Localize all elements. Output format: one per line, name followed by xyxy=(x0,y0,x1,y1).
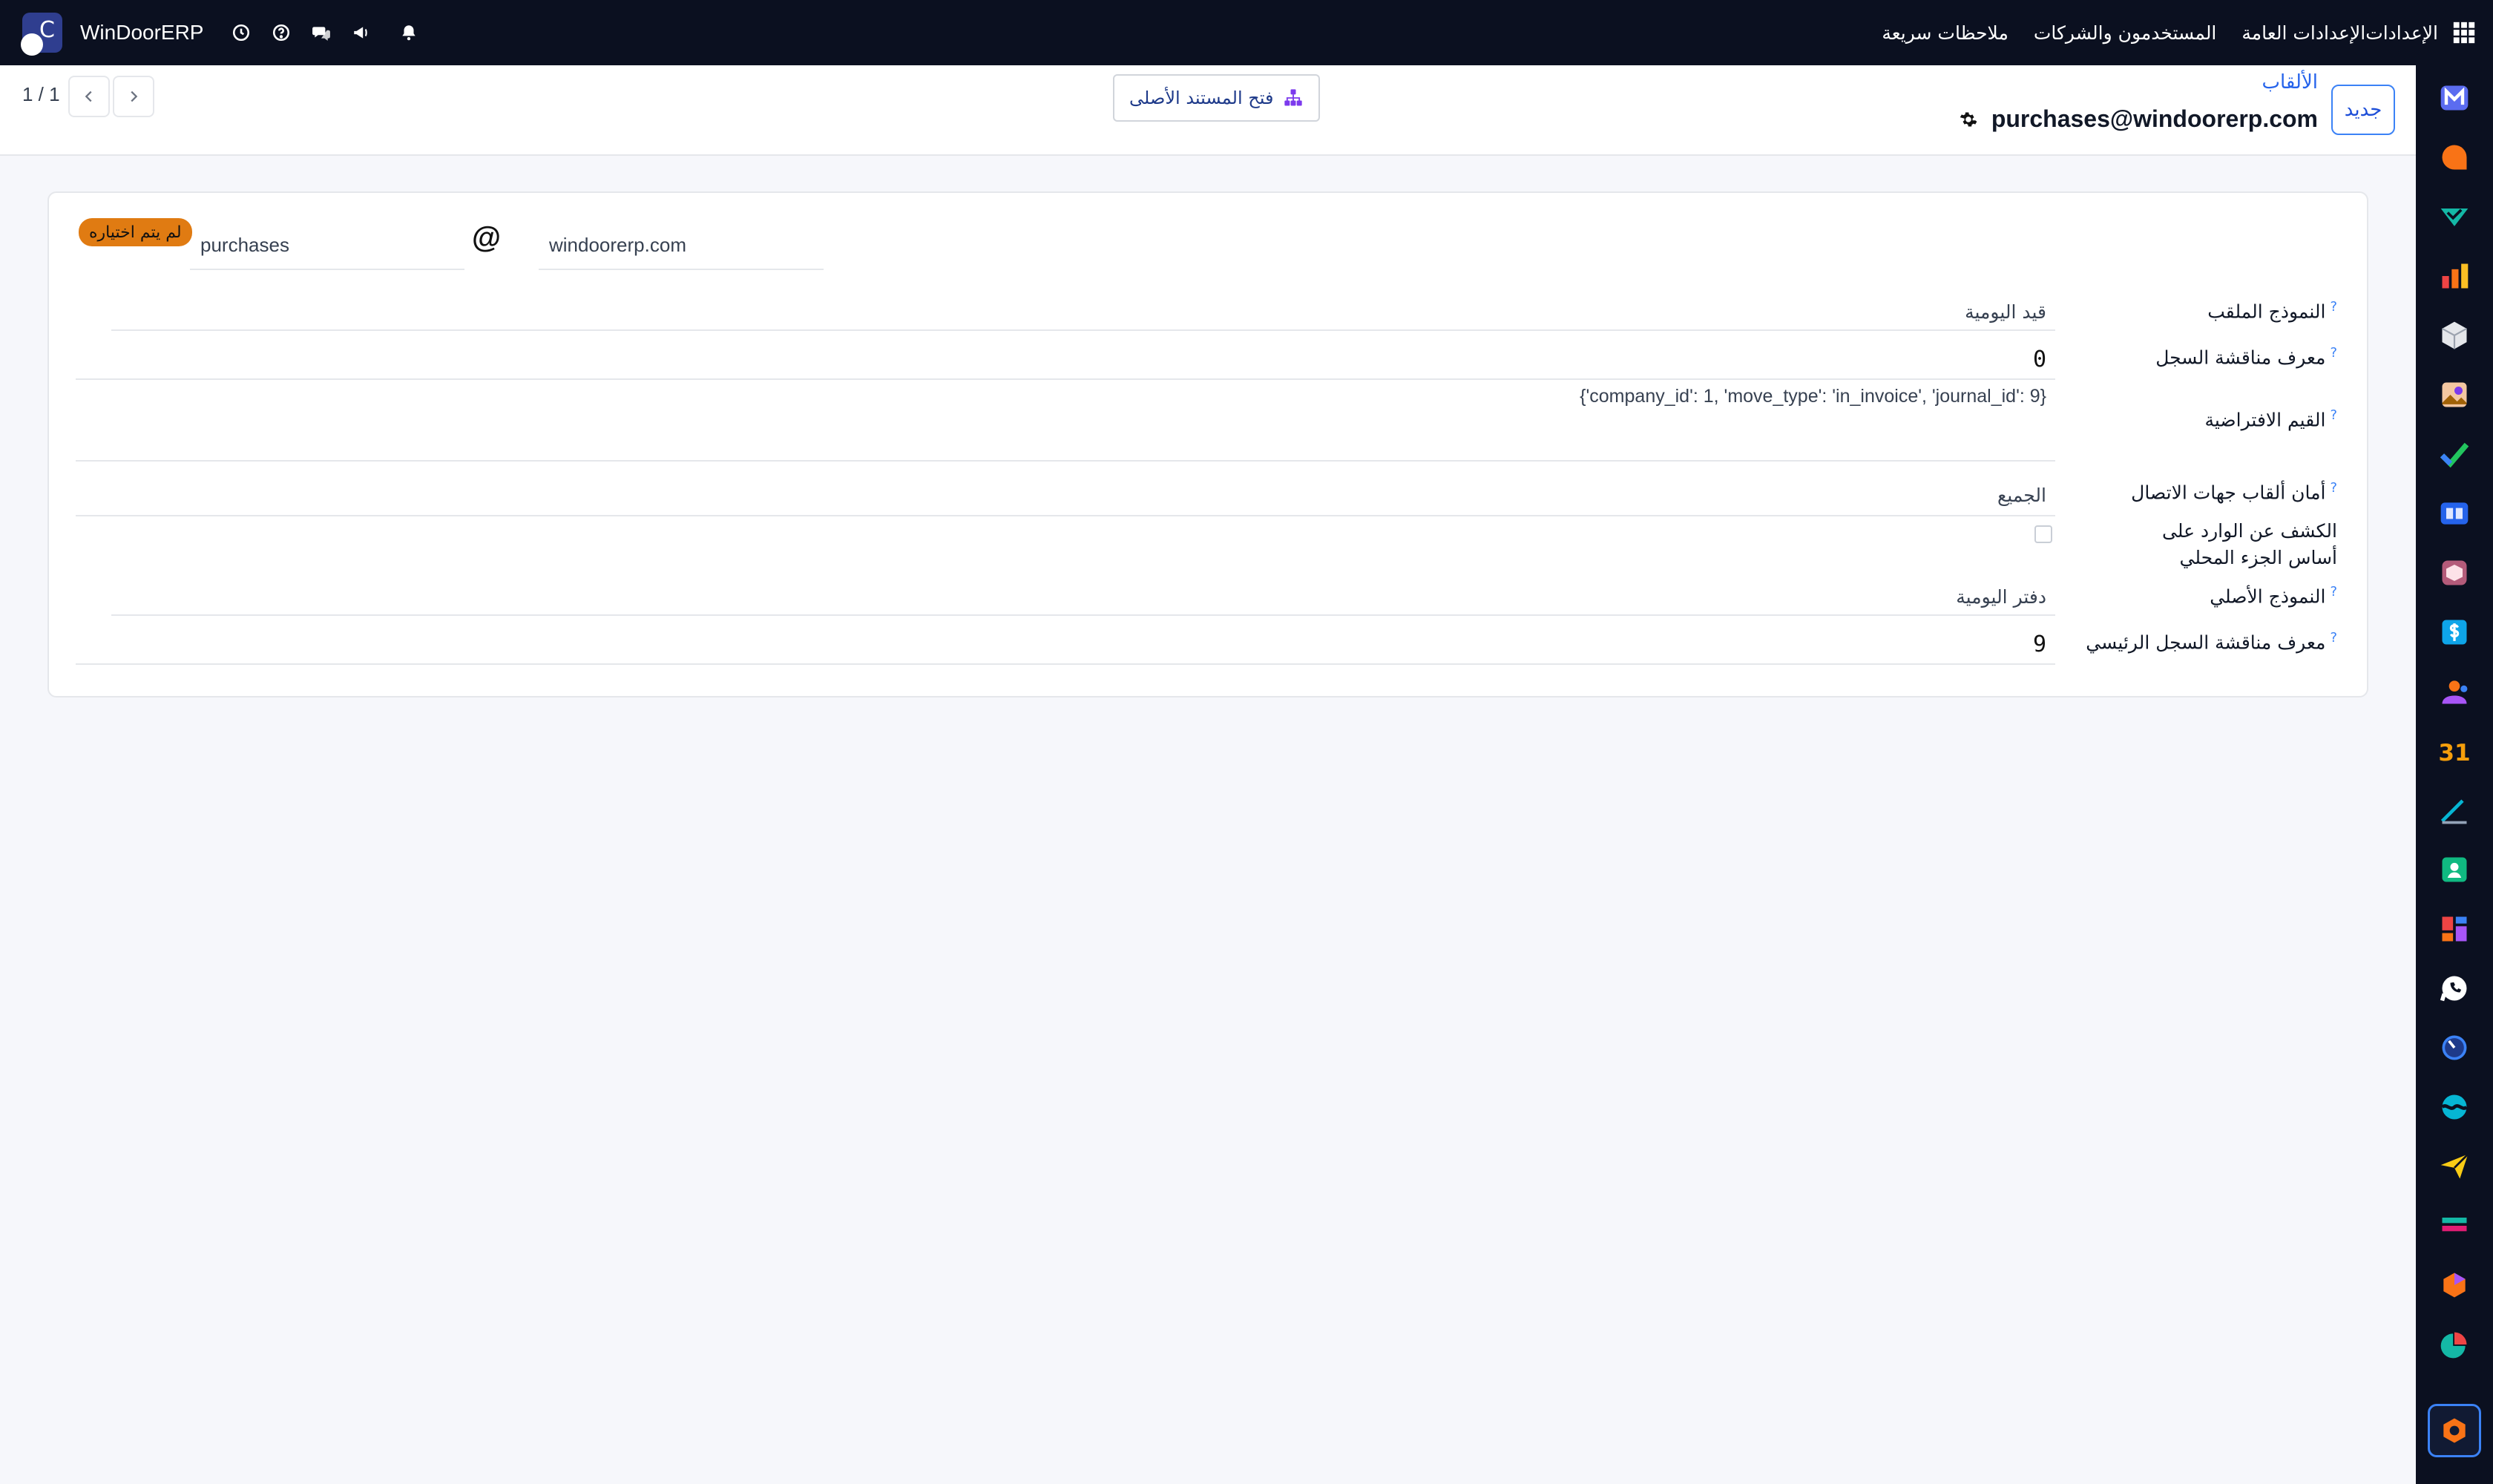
app-sidebar: 31 xyxy=(2416,65,2493,1484)
alias-name-input[interactable]: purchases xyxy=(190,221,464,270)
alias-email-row: لم يتم اختياره purchases @ windoorerp.co… xyxy=(79,218,850,270)
layers-icon[interactable] xyxy=(2434,1205,2475,1247)
help-tooltip-icon[interactable]: ? xyxy=(2330,407,2337,423)
menu-quick-notes[interactable]: ملاحظات سريعة xyxy=(1882,22,2008,44)
company-logo[interactable]: C xyxy=(21,13,62,56)
help-tooltip-icon[interactable]: ? xyxy=(2330,630,2337,646)
apps-grid-icon[interactable] xyxy=(2451,20,2477,45)
whatsapp-icon[interactable] xyxy=(2434,968,2475,1009)
help-tooltip-icon[interactable]: ? xyxy=(2330,299,2337,315)
send-icon[interactable] xyxy=(2434,1146,2475,1187)
field-label: أمان ألقاب جهات الاتصال? xyxy=(2131,480,2337,504)
menu-general-settings[interactable]: الإعدادات العامة xyxy=(2241,22,2365,44)
status-badge: لم يتم اختياره xyxy=(79,218,192,246)
dashboard-icon[interactable] xyxy=(2434,908,2475,950)
clock-icon[interactable] xyxy=(230,22,252,44)
chat-icon[interactable] xyxy=(310,22,332,44)
field-incoming-local-part: الكشف عن الوارد على أساس الجزء المحلي xyxy=(76,518,2337,577)
pager-next-button[interactable] xyxy=(113,76,154,117)
record-thread-id-input[interactable]: 0 xyxy=(76,340,2055,380)
timer-icon[interactable] xyxy=(2434,1027,2475,1068)
image-icon[interactable] xyxy=(2434,374,2475,416)
cube-icon[interactable] xyxy=(2434,1264,2475,1306)
parent-model-input[interactable]: دفتر اليومية xyxy=(111,579,2055,616)
alias-domain-input[interactable]: windoorerp.com xyxy=(539,221,824,270)
default-values-textarea[interactable]: {'company_id': 1, 'move_type': 'in_invoi… xyxy=(76,386,2055,462)
pager-value[interactable]: 1 / 1 xyxy=(22,83,60,106)
mail-icon[interactable] xyxy=(2434,77,2475,119)
field-parent-model: النموذج الأصلي? دفتر اليومية xyxy=(76,579,2337,623)
contacts-icon[interactable] xyxy=(2434,849,2475,890)
alias-contact-security-select[interactable]: الجميع xyxy=(76,475,2055,516)
open-parent-document-button[interactable]: فتح المستند الأصلى xyxy=(1113,74,1320,122)
help-tooltip-icon[interactable]: ? xyxy=(2330,345,2337,361)
breadcrumb-current: purchases@windoorerp.com xyxy=(1959,105,2318,133)
chevron-right-icon xyxy=(131,91,138,102)
company-name[interactable]: WinDoorERP xyxy=(80,21,203,45)
discuss-icon[interactable] xyxy=(2434,137,2475,178)
help-tooltip-icon[interactable]: ? xyxy=(2330,584,2337,600)
at-symbol: @ xyxy=(472,221,502,254)
sign-icon[interactable] xyxy=(2434,789,2475,831)
field-record-thread-id: معرف مناقشة السجل? 0 xyxy=(76,340,2337,384)
calendar-icon[interactable]: 31 xyxy=(2434,730,2475,772)
people-icon[interactable] xyxy=(2434,671,2475,712)
pie-icon[interactable] xyxy=(2434,1324,2475,1365)
incoming-local-part-checkbox[interactable] xyxy=(2034,525,2052,543)
top-navbar: C WinDoorERP الإعدادات الإعدادات العامة … xyxy=(0,0,2493,65)
menu-settings[interactable]: الإعدادات xyxy=(2365,22,2438,44)
field-label: النموذج الأصلي? xyxy=(2210,584,2337,608)
open-parent-label: فتح المستند الأصلى xyxy=(1129,88,1274,108)
field-label: معرف مناقشة السجل? xyxy=(2155,345,2337,369)
book-icon[interactable] xyxy=(2434,493,2475,534)
field-label: معرف مناقشة السجل الرئيسي? xyxy=(2086,630,2337,654)
breadcrumb-parent[interactable]: الألقاب xyxy=(2262,71,2318,93)
field-label: الكشف عن الوارد على أساس الجزء المحلي xyxy=(2162,520,2337,568)
field-parent-thread-id: معرف مناقشة السجل الرئيسي? 9 xyxy=(76,625,2337,669)
field-alias-contact-security: أمان ألقاب جهات الاتصال? الجميع xyxy=(76,475,2337,519)
field-aliased-model: النموذج الملقب? قيد اليومية xyxy=(76,294,2337,338)
calendar-day-label: 31 xyxy=(2438,740,2470,766)
field-label: النموذج الملقب? xyxy=(2207,299,2337,323)
record-title: purchases@windoorerp.com xyxy=(1991,105,2318,132)
field-label: القيم الافتراضية? xyxy=(2204,407,2337,431)
box-icon[interactable] xyxy=(2434,315,2475,356)
help-tooltip-icon[interactable]: ? xyxy=(2330,480,2337,496)
gear-icon[interactable] xyxy=(1959,110,1978,129)
settings-app-icon[interactable] xyxy=(2428,1404,2481,1457)
task-icon[interactable] xyxy=(2434,433,2475,475)
bell-icon[interactable] xyxy=(398,22,420,44)
new-button[interactable]: جديد xyxy=(2331,85,2395,135)
chart-icon[interactable] xyxy=(2434,255,2475,297)
pager-previous-button[interactable] xyxy=(68,76,110,117)
megaphone-icon[interactable] xyxy=(350,22,372,44)
check-icon[interactable] xyxy=(2434,196,2475,237)
help-icon[interactable] xyxy=(270,22,292,44)
package-icon[interactable] xyxy=(2434,552,2475,594)
wave-icon[interactable] xyxy=(2434,1086,2475,1128)
form-sheet: لم يتم اختياره purchases @ windoorerp.co… xyxy=(47,191,2368,697)
control-panel: 1 / 1 فتح المستند الأصلى جديد الألقاب pu… xyxy=(0,65,2416,156)
field-default-values: القيم الافتراضية? {'company_id': 1, 'mov… xyxy=(76,386,2337,462)
chevron-left-icon xyxy=(85,91,92,102)
parent-thread-id-input[interactable]: 9 xyxy=(76,625,2055,665)
menu-users-companies[interactable]: المستخدمون والشركات xyxy=(2034,22,2217,44)
hierarchy-icon xyxy=(1284,89,1302,106)
dollar-icon[interactable] xyxy=(2434,611,2475,653)
aliased-model-input[interactable]: قيد اليومية xyxy=(111,294,2055,331)
